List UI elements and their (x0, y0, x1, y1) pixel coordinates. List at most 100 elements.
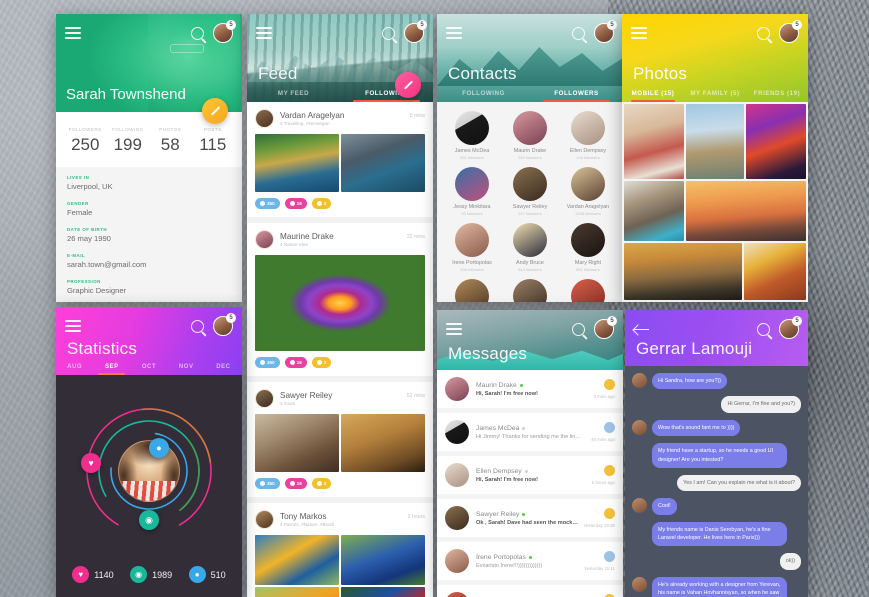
chat-bubble[interactable]: ok)) (779, 553, 801, 570)
menu-icon[interactable] (446, 27, 462, 39)
contact-cell[interactable]: Andy Bruce 814 followers (501, 223, 559, 272)
menu-icon[interactable] (256, 27, 272, 39)
tab-dec[interactable]: DEC (205, 360, 242, 375)
contact-cell[interactable]: Ellen Dempsey 148 followers (559, 111, 617, 160)
list-item[interactable]: Maurin Drake Hi, Sarah! I'm free now! 3 … (437, 370, 623, 408)
list-item[interactable]: Irene Portopolas Evxaristo Irene!!!)))))… (437, 542, 623, 580)
post-image[interactable] (255, 587, 339, 597)
photo-thumb[interactable] (744, 243, 806, 300)
tab-following[interactable]: FOLLOWING (437, 86, 530, 102)
contact-cell[interactable]: Jessy Minkitara 93 followers (443, 167, 501, 216)
post-image[interactable] (255, 414, 339, 472)
chat-bubble[interactable]: Hi Gerrar, I'm fine and you?) (721, 396, 801, 413)
post-image-more[interactable]: +3 (341, 587, 425, 597)
post-image[interactable] (341, 535, 425, 585)
search-icon[interactable] (191, 319, 204, 333)
stat-photos[interactable]: PHOTOS 58 (149, 127, 192, 155)
comment-button[interactable]: 16 (284, 478, 307, 489)
search-icon[interactable] (572, 26, 585, 40)
photo-thumb[interactable] (624, 104, 684, 179)
edit-profile-button[interactable] (202, 98, 228, 124)
share-button[interactable]: 3 (311, 198, 332, 209)
list-item[interactable]: Tatyana Malceva Ok , Sarah! Dave had see… (437, 585, 623, 597)
chat-bubble[interactable]: Wow that's sound fant me to )))) (652, 419, 741, 437)
post-image[interactable] (341, 414, 425, 472)
tab-my-feed[interactable]: MY FEED (247, 86, 340, 102)
contact-cell[interactable]: Gerrar Lamouji1105 followers (501, 279, 559, 302)
chat-bubble[interactable]: Cool! (652, 498, 677, 515)
tab-nov[interactable]: NOV (168, 360, 205, 375)
post-image[interactable] (255, 535, 339, 585)
list-item[interactable]: Sawyer Reiley Ok , Sarah! Dave had seen … (437, 499, 623, 537)
contact-cell[interactable]: Tony Markos118 followers (443, 279, 501, 302)
photo-thumb[interactable] (624, 243, 742, 300)
photo-thumb[interactable] (686, 104, 744, 179)
avatar[interactable]: 5 (213, 20, 236, 43)
share-button[interactable]: 3 (311, 478, 332, 489)
stat-followers[interactable]: FOLLOWERS 250 (64, 127, 107, 155)
avatar[interactable]: 5 (594, 316, 617, 339)
eye-icon[interactable]: ◉ (139, 510, 159, 530)
avatar[interactable]: 5 (779, 20, 802, 43)
like-button[interactable]: 250 (255, 198, 280, 209)
post-image[interactable] (255, 134, 339, 192)
search-icon[interactable] (757, 26, 770, 40)
tab-followers[interactable]: FOLLOWERS (530, 86, 623, 102)
avatar[interactable]: 5 (779, 316, 802, 339)
chat-bubble[interactable]: Yes I am! Can you explain me what is it … (677, 474, 801, 492)
search-icon[interactable] (572, 322, 585, 336)
contact-cell[interactable]: Sawyer Reiley 227 followers (501, 167, 559, 216)
menu-icon[interactable] (631, 27, 647, 39)
chat-bubble[interactable]: My friends name is Danis Serobyan, he's … (652, 521, 788, 547)
search-icon[interactable] (757, 322, 770, 336)
avatar[interactable] (255, 389, 274, 408)
like-button[interactable]: 250 (255, 478, 280, 489)
tab-friends[interactable]: FRIENDS (19) (746, 86, 808, 102)
tab-oct[interactable]: OCT (130, 360, 167, 375)
avatar[interactable] (255, 510, 274, 529)
avatar[interactable] (255, 109, 274, 128)
compose-button[interactable] (395, 72, 421, 98)
post-author[interactable]: Sawyer Reiley (280, 391, 332, 400)
contact-cell[interactable]: Tatyana Malceva189 followers (559, 279, 617, 302)
comment-button[interactable]: 16 (284, 357, 307, 368)
chat-bubble[interactable]: He's already working with a designer fro… (652, 576, 788, 597)
contact-cell[interactable]: Irene Portopolas 206 followers (443, 223, 501, 272)
contact-cell[interactable]: Vardan Aragelyan 1308 followers (559, 167, 617, 216)
avatar[interactable]: 5 (213, 313, 236, 336)
photo-thumb[interactable] (624, 181, 684, 241)
chat-bubble[interactable]: My friend have a startup, so he needs a … (652, 443, 788, 468)
list-item[interactable]: Ellen Dempsey Hi, Sarah! I'm free now! 5… (437, 456, 623, 494)
back-arrow-icon[interactable] (634, 324, 649, 335)
photo-thumb[interactable] (686, 181, 806, 241)
tab-sep[interactable]: SEP (93, 360, 130, 375)
chat-message-list[interactable]: Hi Sandra, how are you?)) Hi Gerrar, I'm… (625, 366, 808, 597)
stat-following[interactable]: FOLLOWING 199 (107, 127, 150, 155)
comment-icon[interactable]: ● (149, 438, 169, 458)
share-button[interactable]: 3 (311, 357, 332, 368)
menu-icon[interactable] (65, 27, 81, 39)
feed-post-list[interactable]: Vardan Aragelyan 4 Travelling, #Norwegan… (247, 102, 433, 597)
comment-button[interactable]: 16 (284, 198, 307, 209)
chat-bubble[interactable]: Hi Sandra, how are you?)) (652, 373, 727, 390)
avatar[interactable]: 5 (594, 20, 617, 43)
contact-cell[interactable]: Mary Right 551 followers (559, 223, 617, 272)
like-button[interactable]: 250 (255, 357, 280, 368)
list-item[interactable]: James McDea Hi Jimmy! Thanks for sending… (437, 413, 623, 451)
avatar[interactable]: 5 (404, 20, 427, 43)
search-icon[interactable] (191, 26, 204, 40)
post-image[interactable] (341, 134, 425, 192)
stat-posts[interactable]: POSTS 115 (192, 127, 235, 155)
post-author[interactable]: Maurine Drake (280, 232, 334, 241)
avatar[interactable] (255, 230, 274, 249)
heart-icon[interactable]: ♥ (81, 453, 101, 473)
tab-aug[interactable]: AUG (56, 360, 93, 375)
message-thread-list[interactable]: Maurin Drake Hi, Sarah! I'm free now! 3 … (437, 370, 623, 597)
tab-my-family[interactable]: MY FAMILY (5) (684, 86, 746, 102)
post-author[interactable]: Vardan Aragelyan (280, 111, 344, 120)
menu-icon[interactable] (446, 323, 462, 335)
contact-cell[interactable]: Maurin Drake 320 followers (501, 111, 559, 160)
photo-thumb[interactable] (746, 104, 806, 179)
tab-mobile[interactable]: MOBILE (15) (622, 86, 684, 102)
post-author[interactable]: Tony Markos (280, 512, 334, 521)
